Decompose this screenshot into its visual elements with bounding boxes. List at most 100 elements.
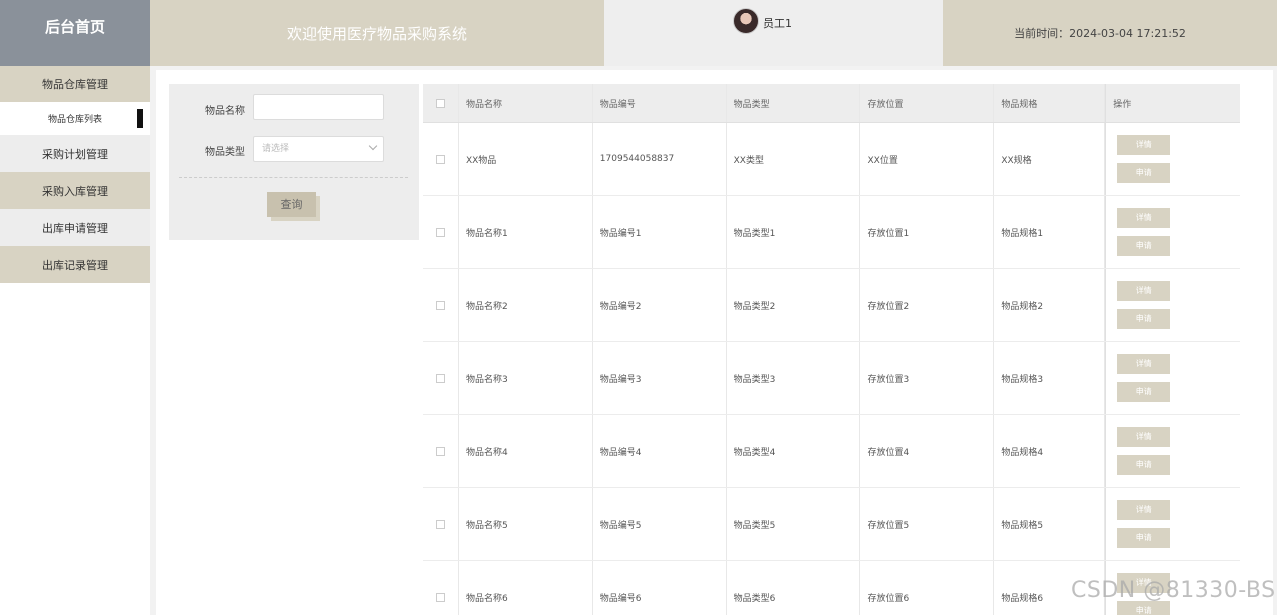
row-checkbox[interactable] bbox=[435, 446, 445, 456]
welcome-title: 欢迎使用医疗物品采购系统 bbox=[150, 0, 604, 66]
cell-item-type: 物品类型1 bbox=[727, 196, 861, 268]
apply-button[interactable]: 申请 bbox=[1117, 382, 1171, 402]
cell-spec: 物品规格5 bbox=[994, 488, 1106, 560]
row-checkbox-cell bbox=[423, 196, 459, 268]
row-actions: 详情 申请 bbox=[1105, 415, 1240, 487]
cell-spec: 物品规格1 bbox=[994, 196, 1106, 268]
cell-item-name: 物品名称2 bbox=[459, 269, 593, 341]
cell-spec: 物品规格2 bbox=[994, 269, 1106, 341]
item-name-label: 物品名称 bbox=[205, 106, 245, 117]
apply-button[interactable]: 申请 bbox=[1117, 163, 1171, 183]
user-info[interactable]: 员工1 bbox=[604, 0, 943, 66]
detail-button[interactable]: 详情 bbox=[1117, 427, 1171, 447]
table-header: 物品名称 物品编号 物品类型 存放位置 物品规格 操作 bbox=[423, 84, 1240, 123]
header-actions: 操作 bbox=[1105, 84, 1240, 122]
header-location: 存放位置 bbox=[860, 84, 995, 122]
cell-spec: 物品规格4 bbox=[994, 415, 1106, 487]
cell-item-name: XX物品 bbox=[459, 123, 593, 195]
header-spec: 物品规格 bbox=[994, 84, 1106, 122]
cell-item-code: 1709544058837 bbox=[593, 123, 727, 195]
cell-location: 存放位置4 bbox=[860, 415, 995, 487]
sidebar-item-warehouse[interactable]: 物品仓库管理 bbox=[0, 66, 150, 102]
search-panel: 物品名称 物品类型 请选择 查询 bbox=[169, 84, 419, 240]
watermark: CSDN @81330-BS bbox=[1071, 578, 1276, 603]
select-all-checkbox[interactable] bbox=[435, 98, 445, 108]
detail-button[interactable]: 详情 bbox=[1117, 135, 1171, 155]
cell-location: 存放位置5 bbox=[860, 488, 995, 560]
header-item-type: 物品类型 bbox=[727, 84, 861, 122]
items-table: 物品名称 物品编号 物品类型 存放位置 物品规格 操作 XX物品 17095440… bbox=[423, 84, 1240, 615]
cell-item-name: 物品名称3 bbox=[459, 342, 593, 414]
sidebar-item-purchase-inbound[interactable]: 采购入库管理 bbox=[0, 172, 150, 209]
apply-button[interactable]: 申请 bbox=[1117, 601, 1171, 615]
row-checkbox[interactable] bbox=[435, 519, 445, 529]
apply-button[interactable]: 申请 bbox=[1117, 236, 1171, 256]
cell-item-type: 物品类型2 bbox=[727, 269, 861, 341]
row-checkbox[interactable] bbox=[435, 300, 445, 310]
top-header: 后台首页 欢迎使用医疗物品采购系统 员工1 当前时间： 2024-03-04 1… bbox=[0, 0, 1277, 66]
cell-item-code: 物品编号2 bbox=[593, 269, 727, 341]
cell-spec: 物品规格3 bbox=[994, 342, 1106, 414]
cell-item-name: 物品名称6 bbox=[459, 561, 593, 615]
cell-item-type: 物品类型4 bbox=[727, 415, 861, 487]
row-checkbox[interactable] bbox=[435, 592, 445, 602]
query-button[interactable]: 查询 bbox=[267, 192, 316, 217]
table-row: 物品名称5 物品编号5 物品类型5 存放位置5 物品规格5 详情 申请 bbox=[423, 488, 1240, 561]
row-checkbox-cell bbox=[423, 488, 459, 560]
detail-button[interactable]: 详情 bbox=[1117, 500, 1171, 520]
cell-location: 存放位置2 bbox=[860, 269, 995, 341]
header-item-name: 物品名称 bbox=[459, 84, 593, 122]
cell-item-name: 物品名称5 bbox=[459, 488, 593, 560]
cell-item-code: 物品编号1 bbox=[593, 196, 727, 268]
divider bbox=[179, 177, 408, 178]
sidebar-item-outbound-record[interactable]: 出库记录管理 bbox=[0, 246, 150, 283]
table-row: 物品名称3 物品编号3 物品类型3 存放位置3 物品规格3 详情 申请 bbox=[423, 342, 1240, 415]
row-checkbox[interactable] bbox=[435, 227, 445, 237]
row-checkbox-cell bbox=[423, 561, 459, 615]
current-time: 当前时间： 2024-03-04 17:21:52 bbox=[943, 0, 1277, 66]
row-actions: 详情 申请 bbox=[1105, 488, 1240, 560]
detail-button[interactable]: 详情 bbox=[1117, 354, 1171, 374]
sidebar-subitem-warehouse-list[interactable]: 物品仓库列表 bbox=[0, 102, 150, 135]
row-checkbox[interactable] bbox=[435, 373, 445, 383]
cell-item-code: 物品编号5 bbox=[593, 488, 727, 560]
row-checkbox-cell bbox=[423, 269, 459, 341]
avatar[interactable] bbox=[733, 8, 759, 34]
cell-item-type: XX类型 bbox=[727, 123, 861, 195]
cell-location: XX位置 bbox=[860, 123, 995, 195]
header-item-code: 物品编号 bbox=[593, 84, 727, 122]
row-actions: 详情 申请 bbox=[1105, 123, 1240, 195]
cell-item-code: 物品编号4 bbox=[593, 415, 727, 487]
row-checkbox-cell bbox=[423, 415, 459, 487]
item-name-input[interactable] bbox=[253, 94, 384, 120]
item-type-select[interactable]: 请选择 bbox=[253, 136, 384, 162]
item-type-label: 物品类型 bbox=[205, 147, 245, 158]
table-body: XX物品 1709544058837 XX类型 XX位置 XX规格 详情 申请 物品名称1 物品… bbox=[423, 123, 1240, 615]
table-row: 物品名称1 物品编号1 物品类型1 存放位置1 物品规格1 详情 申请 bbox=[423, 196, 1240, 269]
apply-button[interactable]: 申请 bbox=[1117, 528, 1171, 548]
cell-location: 存放位置3 bbox=[860, 342, 995, 414]
row-checkbox-cell bbox=[423, 123, 459, 195]
table-row: 物品名称4 物品编号4 物品类型4 存放位置4 物品规格4 详情 申请 bbox=[423, 415, 1240, 488]
cell-item-code: 物品编号3 bbox=[593, 342, 727, 414]
cell-item-type: 物品类型3 bbox=[727, 342, 861, 414]
row-checkbox-cell bbox=[423, 342, 459, 414]
row-actions: 详情 申请 bbox=[1105, 342, 1240, 414]
sidebar: 物品仓库管理 物品仓库列表 采购计划管理 采购入库管理 出库申请管理 出库记录管… bbox=[0, 66, 150, 615]
cell-item-type: 物品类型6 bbox=[727, 561, 861, 615]
home-link[interactable]: 后台首页 bbox=[0, 0, 150, 66]
row-actions: 详情 申请 bbox=[1105, 196, 1240, 268]
apply-button[interactable]: 申请 bbox=[1117, 309, 1171, 329]
detail-button[interactable]: 详情 bbox=[1117, 281, 1171, 301]
row-actions: 详情 申请 bbox=[1105, 269, 1240, 341]
time-value: 2024-03-04 17:21:52 bbox=[1069, 26, 1186, 40]
select-all-checkbox-cell bbox=[423, 84, 459, 122]
apply-button[interactable]: 申请 bbox=[1117, 455, 1171, 475]
sidebar-item-outbound-request[interactable]: 出库申请管理 bbox=[0, 209, 150, 246]
cell-item-name: 物品名称1 bbox=[459, 196, 593, 268]
table-row: 物品名称2 物品编号2 物品类型2 存放位置2 物品规格2 详情 申请 bbox=[423, 269, 1240, 342]
item-type-placeholder: 请选择 bbox=[262, 144, 290, 154]
detail-button[interactable]: 详情 bbox=[1117, 208, 1171, 228]
sidebar-item-purchase-plan[interactable]: 采购计划管理 bbox=[0, 135, 150, 172]
row-checkbox[interactable] bbox=[435, 154, 445, 164]
